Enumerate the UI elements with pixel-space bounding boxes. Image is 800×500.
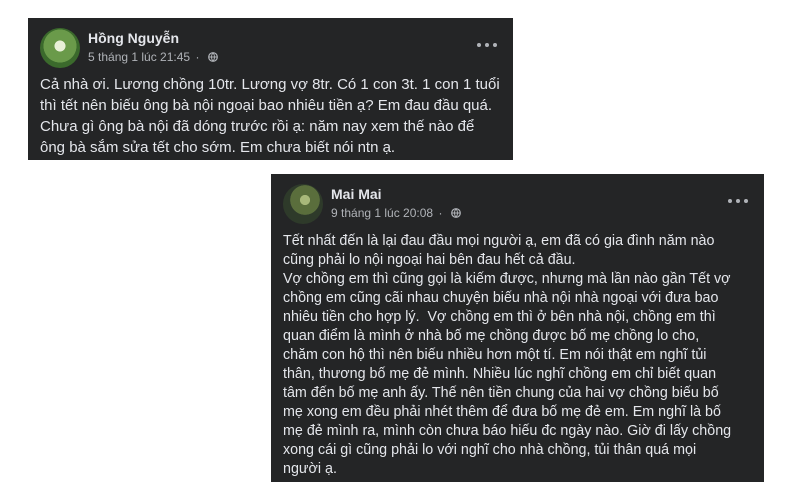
more-options-icon[interactable] bbox=[477, 38, 497, 52]
post-meta: 9 tháng 1 lúc 20:08 · bbox=[331, 206, 461, 220]
avatar[interactable] bbox=[283, 184, 323, 224]
post-text: Tết nhất đến là lại đau đầu mọi người ạ,… bbox=[283, 233, 732, 477]
globe-icon[interactable] bbox=[207, 52, 218, 62]
post-header: Hồng Nguyễn 5 tháng 1 lúc 21:45 · bbox=[40, 28, 501, 72]
post-card: Hồng Nguyễn 5 tháng 1 lúc 21:45 · Cả nhà… bbox=[28, 18, 513, 160]
author-name[interactable]: Mai Mai bbox=[331, 186, 382, 202]
meta-separator: · bbox=[195, 50, 200, 64]
post-timestamp[interactable]: 5 tháng 1 lúc 21:45 bbox=[88, 50, 190, 64]
post-header: Mai Mai 9 tháng 1 lúc 20:08 · bbox=[283, 184, 752, 228]
post-timestamp[interactable]: 9 tháng 1 lúc 20:08 bbox=[331, 206, 433, 220]
post-meta: 5 tháng 1 lúc 21:45 · bbox=[88, 50, 218, 64]
meta-separator: · bbox=[438, 206, 443, 220]
post-text: Cả nhà ơi. Lương chồng 10tr. Lương vợ 8t… bbox=[40, 76, 500, 156]
avatar[interactable] bbox=[40, 28, 80, 68]
post-card: Mai Mai 9 tháng 1 lúc 20:08 · Tết nhất đ… bbox=[271, 174, 764, 482]
more-options-icon[interactable] bbox=[728, 194, 748, 208]
author-name[interactable]: Hồng Nguyễn bbox=[88, 30, 179, 46]
globe-icon[interactable] bbox=[450, 208, 461, 218]
